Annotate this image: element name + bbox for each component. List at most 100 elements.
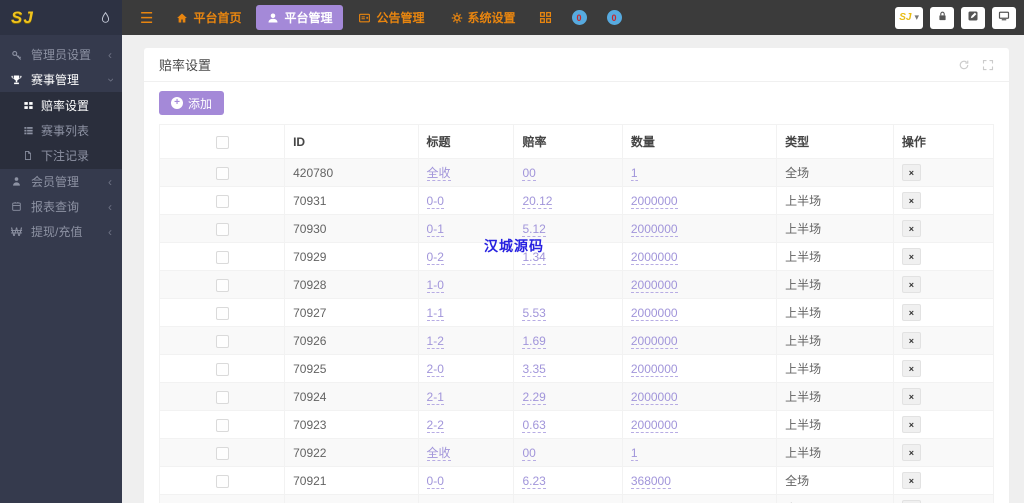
close-icon: ×	[908, 279, 914, 290]
caret-down-icon: ▾	[914, 12, 919, 22]
row-checkbox[interactable]	[215, 474, 229, 488]
user-dropdown-button[interactable]: SJ ▾	[895, 6, 923, 29]
display-button[interactable]	[992, 6, 1016, 29]
row-checkbox[interactable]	[215, 362, 229, 376]
odds-settings-panel: 赔率设置 + 添加 ID 标题 赔率 数量 类型 操作 420780 全收 00…	[144, 48, 1009, 503]
row-title-link[interactable]: 2-2	[426, 417, 444, 433]
screen-icon	[998, 10, 1010, 25]
row-quantity-link[interactable]: 2000000	[630, 417, 678, 433]
row-title-link[interactable]: 1-0	[426, 277, 444, 293]
sidebar-item-match-management[interactable]: 赛事管理 ‹	[0, 67, 122, 92]
row-odds-link[interactable]: 0.63	[522, 417, 546, 433]
row-quantity-link[interactable]: 2000000	[630, 389, 678, 405]
row-odds-link[interactable]: 6.23	[522, 473, 546, 489]
lock-screen-button[interactable]	[930, 6, 954, 29]
row-delete-button[interactable]: ×	[901, 416, 921, 433]
row-delete-button[interactable]: ×	[901, 360, 921, 377]
row-odds-link[interactable]: 00	[522, 445, 536, 461]
fullscreen-icon[interactable]	[982, 59, 994, 71]
add-button-label: 添加	[188, 96, 213, 111]
nav-item-announcements[interactable]: 公告管理	[347, 5, 435, 30]
row-odds-link[interactable]: 3.35	[522, 361, 546, 377]
row-title-link[interactable]: 0-2	[426, 249, 444, 265]
sidebar-item-bet-records[interactable]: 下注记录	[0, 143, 122, 168]
row-checkbox[interactable]	[215, 418, 229, 432]
column-header-type: 类型	[776, 124, 894, 159]
notification-badge-2[interactable]: 0	[606, 10, 622, 25]
row-title-link[interactable]: 全收	[426, 166, 451, 181]
nav-item-label: 系统设置	[467, 11, 516, 25]
app-logo[interactable]: SJ	[0, 0, 122, 35]
sidebar-item-report-query[interactable]: 报表查询 ‹	[0, 194, 122, 219]
sidebar-item-withdraw-deposit[interactable]: ₩ 提现/充值 ‹	[0, 219, 122, 244]
row-delete-button[interactable]: ×	[901, 388, 921, 405]
topbar: SJ ☰ 平台首页 平台管理 公告管理 系统设置 0 0 SJ ▾	[0, 0, 1024, 35]
row-quantity-link[interactable]: 2000000	[630, 333, 678, 349]
close-icon: ×	[908, 251, 914, 262]
add-button[interactable]: + 添加	[159, 91, 225, 115]
row-title-link[interactable]: 1-1	[426, 305, 444, 321]
row-odds-link[interactable]: 1.69	[522, 333, 546, 349]
row-title-link[interactable]: 0-1	[426, 221, 444, 237]
row-type: 全场	[776, 158, 894, 187]
nav-item-system-settings[interactable]: 系统设置	[440, 5, 527, 30]
row-odds-link[interactable]: 5.53	[522, 305, 546, 321]
grid-menu-icon[interactable]	[531, 11, 560, 24]
row-checkbox[interactable]	[215, 194, 229, 208]
row-quantity-link[interactable]: 1	[630, 165, 638, 181]
row-checkbox[interactable]	[215, 278, 229, 292]
row-delete-button[interactable]: ×	[901, 164, 921, 181]
row-checkbox[interactable]	[215, 306, 229, 320]
row-delete-button[interactable]: ×	[901, 304, 921, 321]
select-all-checkbox[interactable]	[215, 135, 229, 149]
refresh-icon[interactable]	[958, 59, 970, 71]
row-odds-link[interactable]: 5.12	[522, 221, 546, 237]
close-icon: ×	[908, 307, 914, 318]
row-quantity-link[interactable]: 2000000	[630, 249, 678, 265]
row-quantity-link[interactable]: 1	[630, 445, 638, 461]
row-id: 70922	[284, 438, 419, 467]
row-title-link[interactable]: 2-0	[426, 361, 444, 377]
row-odds-link[interactable]: 20.12	[522, 193, 553, 209]
row-id: 420780	[284, 158, 419, 187]
edit-theme-button[interactable]	[961, 6, 985, 29]
row-checkbox[interactable]	[215, 250, 229, 264]
row-quantity-link[interactable]: 2000000	[630, 277, 678, 293]
row-quantity-link[interactable]: 2000000	[630, 305, 678, 321]
row-delete-button[interactable]: ×	[901, 276, 921, 293]
row-quantity-link[interactable]: 2000000	[630, 193, 678, 209]
row-odds-link[interactable]: 00	[522, 165, 536, 181]
row-checkbox[interactable]	[215, 334, 229, 348]
sidebar-item-odds-settings[interactable]: 赔率设置	[0, 93, 122, 118]
row-quantity-link[interactable]: 2000000	[630, 361, 678, 377]
row-delete-button[interactable]: ×	[901, 444, 921, 461]
main-content: 赔率设置 + 添加 ID 标题 赔率 数量 类型 操作 420780 全收 00…	[122, 35, 1024, 503]
row-checkbox[interactable]	[215, 222, 229, 236]
nav-item-home[interactable]: 平台首页	[165, 5, 252, 30]
row-delete-button[interactable]: ×	[901, 192, 921, 209]
newspaper-icon	[358, 12, 371, 24]
row-delete-button[interactable]: ×	[901, 220, 921, 237]
row-title-link[interactable]: 2-1	[426, 389, 444, 405]
row-delete-button[interactable]: ×	[901, 248, 921, 265]
row-title-link[interactable]: 0-0	[426, 193, 444, 209]
sidebar-item-admin-settings[interactable]: 管理员设置 ‹	[0, 42, 122, 67]
notification-badge-1[interactable]: 0	[571, 10, 587, 25]
nav-item-platform-admin[interactable]: 平台管理	[256, 5, 344, 30]
row-checkbox[interactable]	[215, 166, 229, 180]
close-icon: ×	[908, 447, 914, 458]
row-odds-link[interactable]: 2.29	[522, 389, 546, 405]
sidebar-item-member-management[interactable]: 会员管理 ‹	[0, 169, 122, 194]
row-title-link[interactable]: 1-2	[426, 333, 444, 349]
row-delete-button[interactable]: ×	[901, 332, 921, 349]
sidebar-item-match-list[interactable]: 赛事列表	[0, 118, 122, 143]
row-checkbox[interactable]	[215, 446, 229, 460]
row-title-link[interactable]: 全收	[426, 446, 451, 461]
hamburger-icon[interactable]: ☰	[132, 9, 161, 27]
chevron-left-icon: ‹	[108, 174, 112, 189]
row-delete-button[interactable]: ×	[901, 472, 921, 489]
row-quantity-link[interactable]: 2000000	[630, 221, 678, 237]
row-checkbox[interactable]	[215, 390, 229, 404]
row-title-link[interactable]: 0-0	[426, 473, 444, 489]
row-quantity-link[interactable]: 368000	[630, 473, 671, 489]
